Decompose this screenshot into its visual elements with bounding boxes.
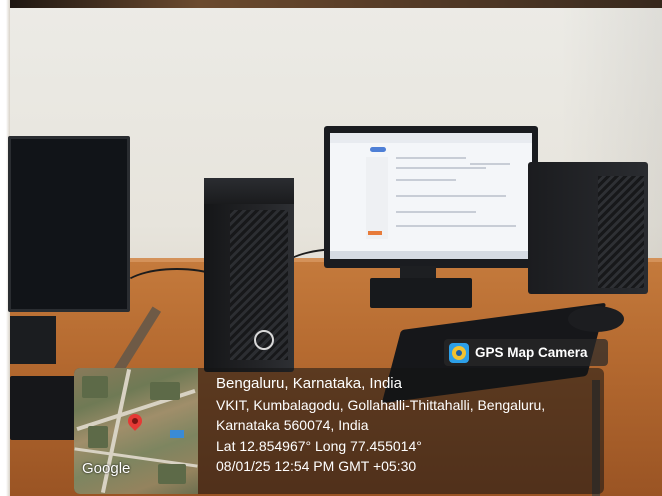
map-block: [150, 382, 180, 400]
left-monitor-stand: [10, 316, 56, 364]
screen-text-line: [396, 167, 486, 169]
screen-text-line: [396, 211, 476, 213]
address-line-2: Karnataka 560074, India: [216, 417, 369, 433]
screen-text-line: [396, 179, 456, 181]
map-water: [170, 430, 184, 438]
screen-text-line: [396, 157, 466, 159]
map-block: [82, 376, 108, 398]
photo: Google GPS Map Camera Bengaluru, Karnata…: [0, 0, 662, 496]
city-line: Bengaluru, Karnataka, India: [216, 375, 402, 392]
screen-sidebar: [366, 157, 388, 239]
timestamp: 08/01/25 12:54 PM GMT +05:30: [216, 458, 417, 474]
map-block: [158, 464, 186, 484]
gps-badge-label: GPS Map Camera: [475, 345, 588, 360]
screen-browser-bar: [330, 133, 532, 143]
screen-taskbar: [330, 251, 532, 259]
screen-button: [368, 231, 382, 235]
monitor-screen: [330, 133, 532, 259]
left-monitor: [8, 136, 130, 312]
map-block: [88, 426, 108, 448]
left-keyboard: [10, 376, 76, 440]
gps-map-camera-icon: [449, 342, 469, 363]
location-details: Bengaluru, Karnataka, India VKIT, Kumbal…: [216, 374, 606, 477]
desktop-tower-top: [204, 178, 294, 204]
screen-chip: [370, 147, 386, 152]
center-monitor-stand: [370, 278, 472, 308]
coordinates: Lat 12.854967° Long 77.455014°: [216, 437, 422, 454]
screen-text-line: [396, 195, 506, 197]
screen-text-line: [470, 163, 510, 165]
right-desktop-tower-grille: [598, 176, 644, 288]
screen-text-line: [396, 225, 516, 227]
address-line-1: VKIT, Kumbalagodu, Gollahalli-Thittahall…: [216, 396, 546, 413]
google-logo: Google: [82, 460, 131, 477]
mouse: [568, 306, 624, 332]
dell-logo-icon: [254, 330, 274, 350]
gps-map-camera-badge: GPS Map Camera: [444, 339, 608, 366]
